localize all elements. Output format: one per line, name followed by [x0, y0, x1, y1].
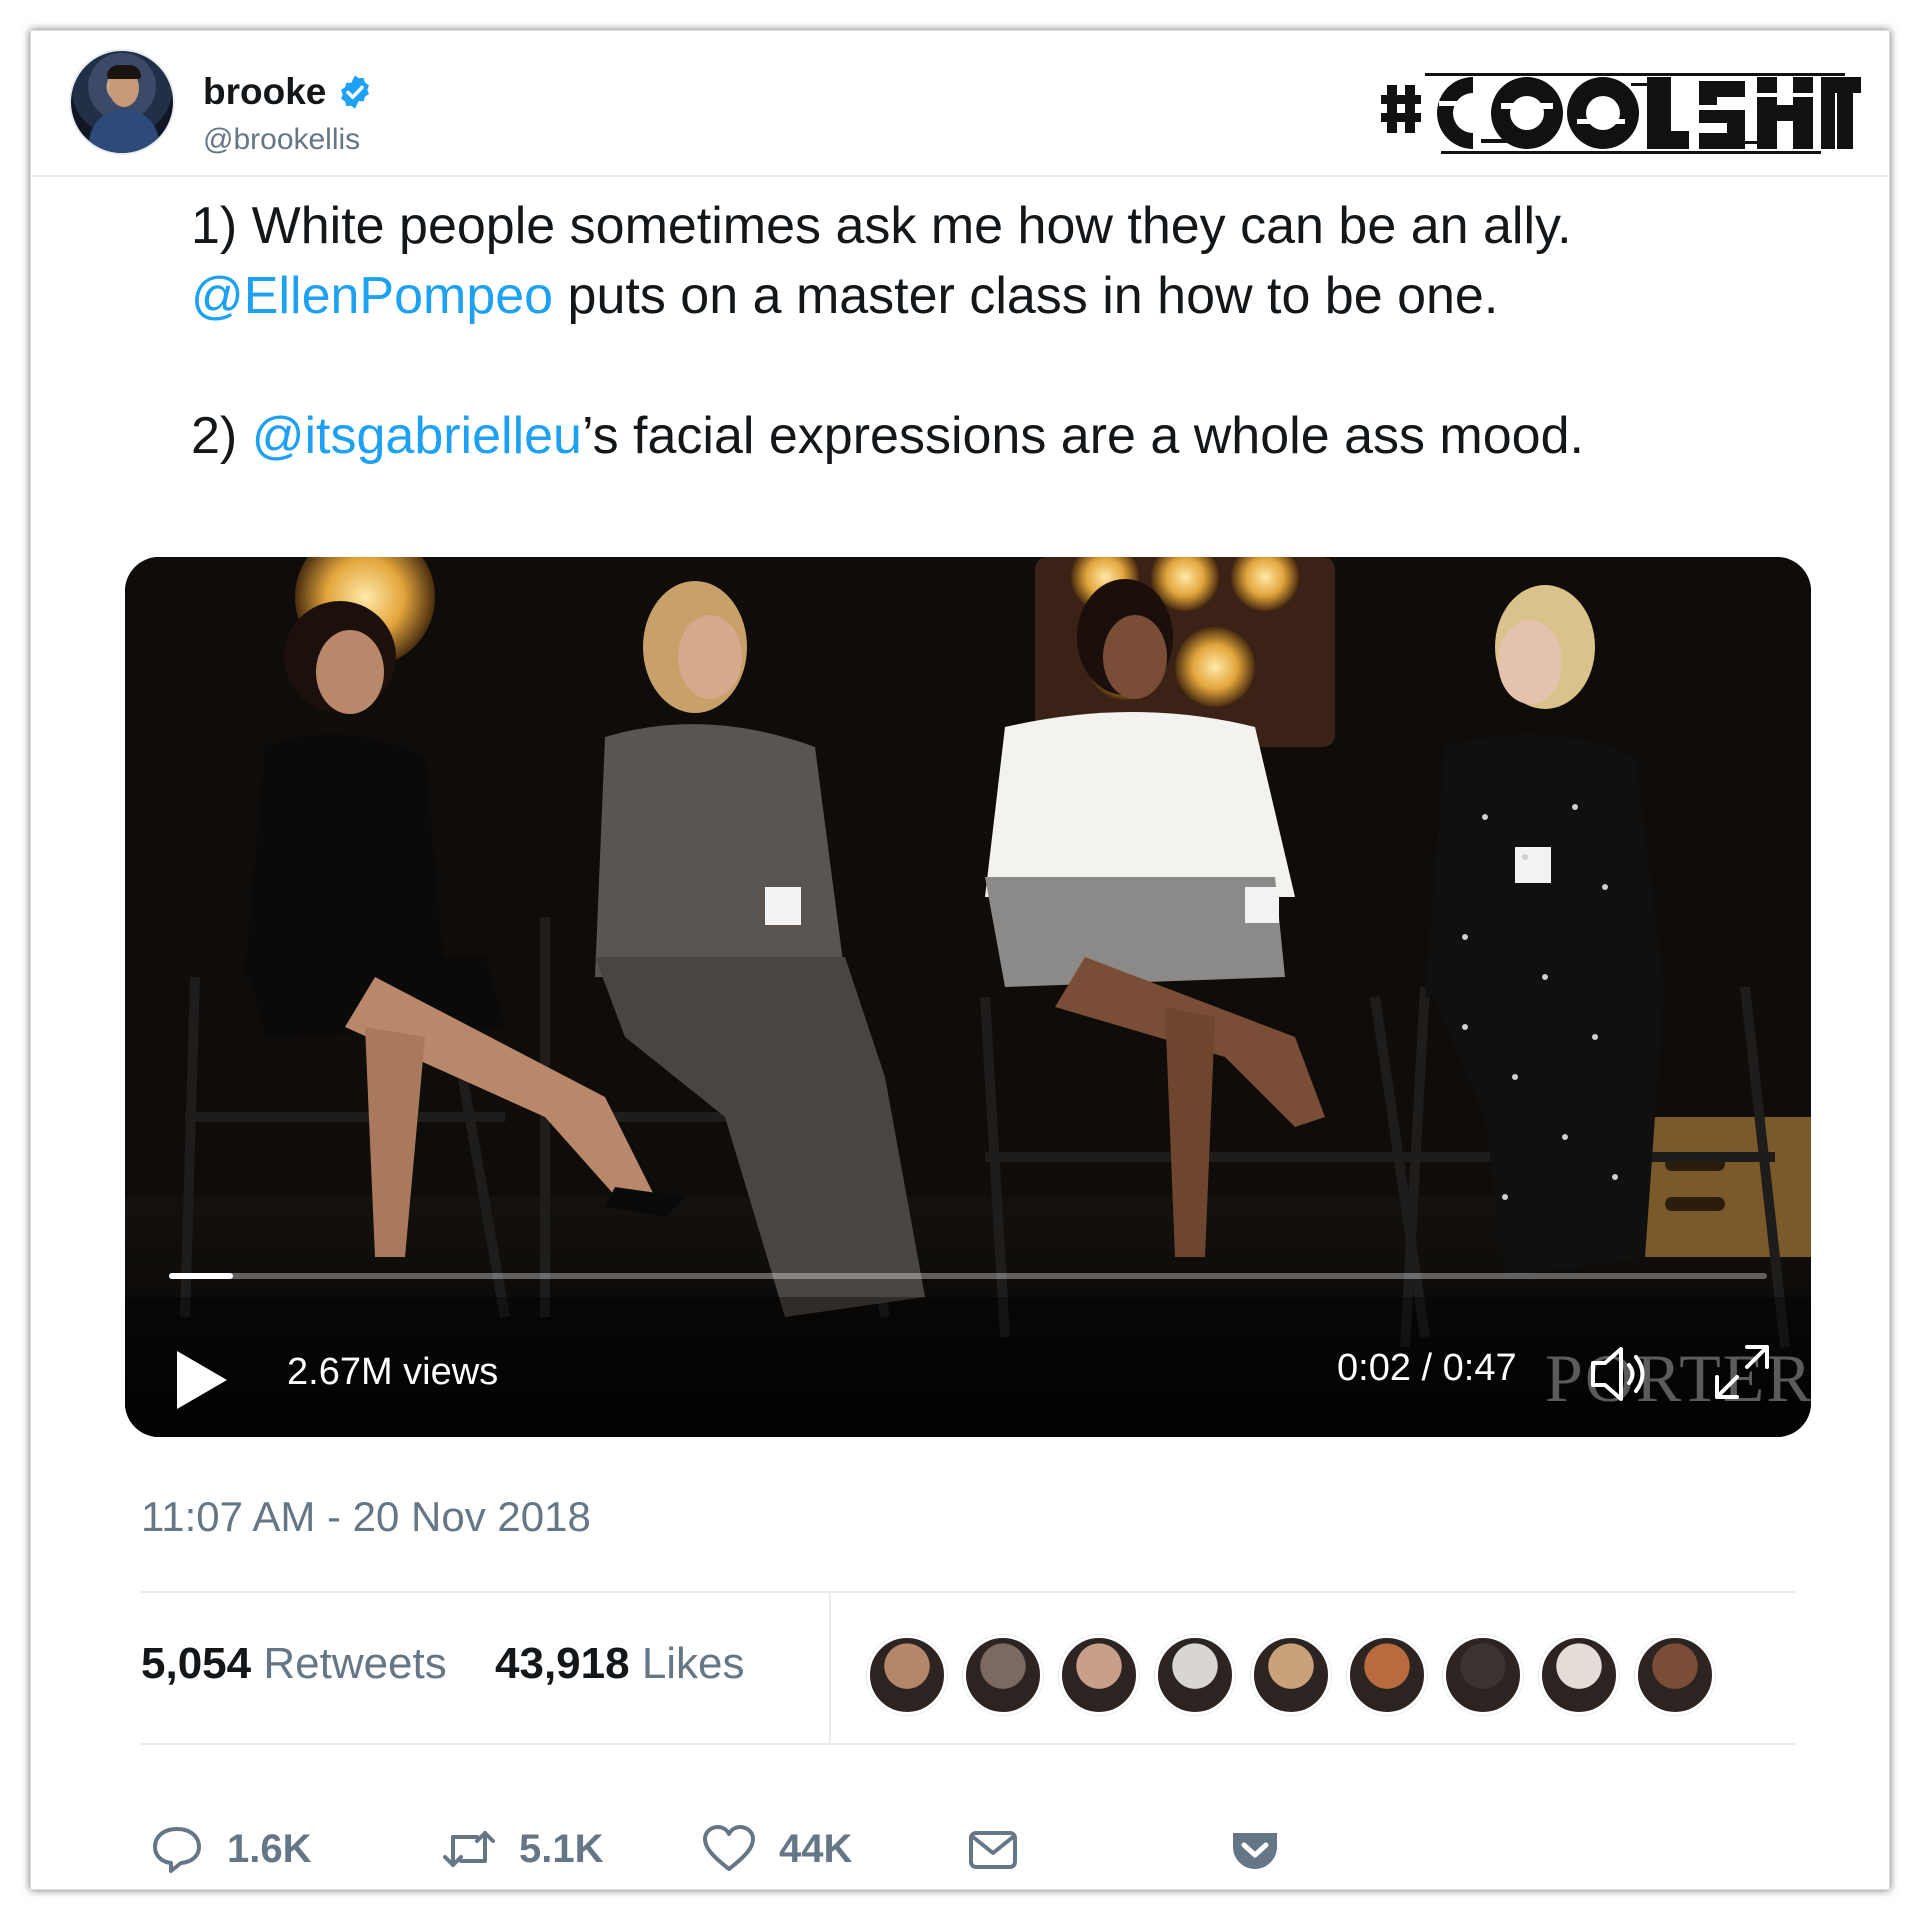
video-view-count: 2.67M views: [287, 1351, 499, 1393]
retweet-icon: [443, 1831, 495, 1867]
tweet-line-2: @EllenPompeo puts on a master class in h…: [191, 261, 1831, 331]
fullscreen-icon[interactable]: [1711, 1341, 1773, 1403]
divider: [141, 1743, 1795, 1745]
tweet-text: 1) White people sometimes ask me how the…: [191, 191, 1831, 471]
play-icon[interactable]: [175, 1349, 229, 1411]
tweet-header: brooke @brookellis: [31, 31, 1889, 177]
like-count: 44K: [779, 1826, 853, 1871]
liker-avatar[interactable]: [1059, 1635, 1139, 1715]
tweet-card: brooke @brookellis 1) White people somet…: [30, 30, 1890, 1890]
mention-link-itsgabrielleu[interactable]: @itsgabrielleu: [252, 407, 582, 465]
retweets-count: 5,054: [141, 1639, 252, 1688]
video-progress-bar[interactable]: [169, 1273, 1767, 1279]
verified-badge-icon: [341, 75, 370, 109]
envelope-icon: [969, 1831, 1017, 1869]
liker-avatar[interactable]: [1347, 1635, 1427, 1715]
divider: [141, 1591, 1795, 1593]
liker-avatar[interactable]: [1251, 1635, 1331, 1715]
pocket-icon: [1233, 1833, 1277, 1869]
direct-message-button[interactable]: [965, 1821, 1021, 1877]
video-frame: [125, 557, 1811, 1437]
liker-avatar[interactable]: [1539, 1635, 1619, 1715]
author-handle[interactable]: @brookellis: [203, 123, 360, 157]
author-name-row[interactable]: brooke: [203, 71, 374, 113]
likes-stat[interactable]: 43,918 Likes: [495, 1639, 745, 1688]
mention-link-ellenpompeo[interactable]: @EllenPompeo: [191, 267, 553, 325]
tweet-timestamp[interactable]: 11:07 AM - 20 Nov 2018: [141, 1493, 591, 1541]
video-progress-fill: [169, 1273, 233, 1279]
likes-label: Likes: [641, 1639, 745, 1688]
retweet-count: 5.1K: [519, 1826, 604, 1871]
reply-icon: [153, 1827, 201, 1873]
likes-count: 43,918: [495, 1639, 630, 1688]
tweet-line-3-text: ’s facial expressions are a whole ass mo…: [581, 407, 1584, 465]
tweet-actions: 1.6K 5.1K 44K: [149, 1821, 1449, 1881]
tweet-line-3: 2) @itsgabrielleu’s facial expressions a…: [191, 401, 1831, 471]
reply-button[interactable]: 1.6K: [149, 1821, 312, 1877]
liker-avatar[interactable]: [963, 1635, 1043, 1715]
tweet-line-1: 1) White people sometimes ask me how the…: [191, 197, 1572, 255]
tweet-line-3-prefix: 2): [191, 407, 252, 465]
divider: [829, 1593, 831, 1743]
liker-avatar[interactable]: [1443, 1635, 1523, 1715]
volume-icon[interactable]: [1587, 1341, 1653, 1407]
heart-icon: [703, 1825, 755, 1871]
coolshit-logo: [1381, 73, 1861, 154]
liker-avatars: [867, 1635, 1731, 1715]
video-player[interactable]: PORTER 2.67M views 0:02 / 0:47: [125, 557, 1811, 1437]
author-avatar[interactable]: [69, 49, 175, 155]
tweet-stats: 5,054 Retweets 43,918 Likes: [141, 1639, 781, 1689]
liker-avatar[interactable]: [867, 1635, 947, 1715]
pocket-save-button[interactable]: [1227, 1821, 1283, 1877]
like-button[interactable]: 44K: [701, 1821, 852, 1877]
author-display-name[interactable]: brooke: [203, 71, 326, 113]
retweets-stat[interactable]: 5,054 Retweets: [141, 1639, 447, 1688]
retweets-label: Retweets: [263, 1639, 447, 1688]
video-timecode: 0:02 / 0:47: [1337, 1347, 1517, 1389]
liker-avatar[interactable]: [1155, 1635, 1235, 1715]
liker-avatar[interactable]: [1635, 1635, 1715, 1715]
tweet-line-2-text: puts on a master class in how to be one.: [553, 267, 1499, 325]
reply-count: 1.6K: [227, 1826, 312, 1871]
retweet-button[interactable]: 5.1K: [441, 1821, 604, 1877]
